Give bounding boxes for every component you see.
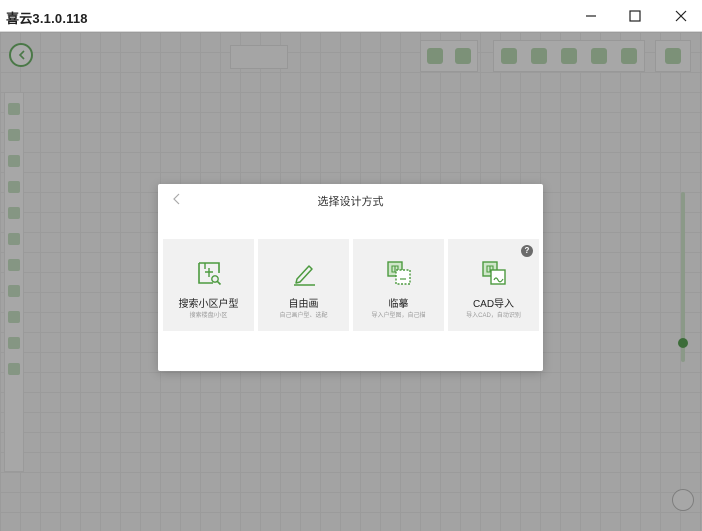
trace-image-icon [386,261,411,285]
dialog-title: 选择设计方式 [317,196,384,208]
window-titlebar: 喜云3.1.0.118 [0,0,702,32]
help-icon[interactable]: ? [521,245,533,257]
option-description: 导入户型图，自己描 [371,313,426,319]
option-name: 临摹 [388,299,409,310]
pencil-draw-icon [293,265,315,286]
option-search-floorplan[interactable]: 搜索小区户型 搜索楼盘/小区 [163,239,254,331]
option-description: 自己画户型、选配 [279,313,328,319]
minimize-button[interactable] [568,0,614,32]
option-description: 导入CAD，自动识别 [466,313,521,319]
search-floorplan-icon [197,262,221,286]
minimize-icon [586,15,596,17]
maximize-icon [629,10,641,22]
option-name: 搜索小区户型 [178,299,239,310]
close-button[interactable] [658,0,702,32]
design-method-options: 搜索小区户型 搜索楼盘/小区 自由画 自己画户型、选配 临摹 导入户型图，自己描 [163,239,539,331]
close-icon [675,10,687,22]
option-description: 搜索楼盘/小区 [189,313,228,319]
option-trace[interactable]: 临摹 导入户型图，自己描 [353,239,444,331]
cad-import-icon [481,261,506,285]
window-title: 喜云3.1.0.118 [6,11,88,26]
option-name: 自由画 [288,299,319,310]
design-method-dialog: 选择设计方式 搜索小区户型 搜索楼盘/小区 自由画 自己画户型、选配 临摹 导入… [158,184,543,371]
option-name: CAD导入 [472,299,515,310]
option-cad-import[interactable]: ? CAD导入 导入CAD，自动识别 [448,239,539,331]
option-free-draw[interactable]: 自由画 自己画户型、选配 [258,239,349,331]
maximize-button[interactable] [612,0,658,32]
